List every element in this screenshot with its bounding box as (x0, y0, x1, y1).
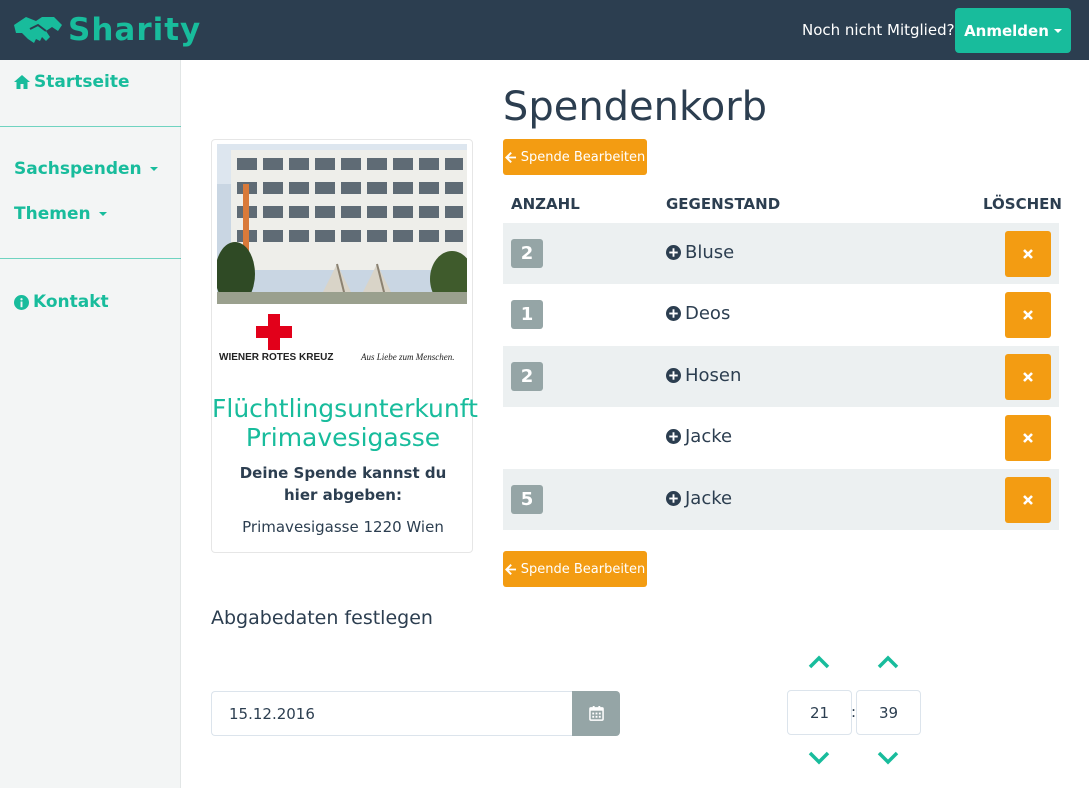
date-input[interactable]: 15.12.2016 (211, 691, 573, 736)
edit-donation-button-top[interactable]: Spende Bearbeiten (503, 139, 647, 175)
sidebar-divider (0, 258, 181, 259)
delete-button[interactable] (1005, 292, 1051, 338)
quantity-badge: 5 (511, 485, 543, 514)
edit-donation-label: Spende Bearbeiten (520, 561, 646, 577)
plus-circle-icon (666, 306, 681, 321)
organization-address: Primavesigasse 1220 Wien (242, 518, 444, 536)
delete-button[interactable] (1005, 354, 1051, 400)
login-button[interactable]: Anmelden (955, 8, 1071, 53)
organization-name[interactable]: Flüchtlingsunterkunft Primavesigasse (212, 394, 478, 452)
edit-donation-label: Spende Bearbeiten (520, 149, 646, 165)
delete-button[interactable] (1005, 477, 1051, 523)
caret-down-icon (98, 212, 107, 216)
calendar-button[interactable] (572, 691, 620, 736)
close-icon (1023, 372, 1033, 382)
home-icon (14, 75, 30, 89)
organization-card: WIENER ROTES KREUZ Aus Liebe zum Mensche… (211, 139, 478, 553)
handshake-icon (14, 17, 62, 43)
red-cross-logo: WIENER ROTES KREUZ Aus Liebe zum Mensche… (217, 312, 469, 364)
sidebar-item-contact[interactable]: Kontakt (14, 292, 109, 312)
item-name-label: Hosen (685, 365, 742, 386)
column-header-item: GEGENSTAND (666, 195, 781, 213)
minute-value: 39 (878, 703, 899, 722)
hour-input[interactable]: 21 (787, 690, 852, 735)
item-name[interactable]: Jacke (666, 488, 732, 509)
plus-circle-icon (666, 245, 681, 260)
quantity-badge: 2 (511, 362, 543, 391)
caret-down-icon (149, 167, 158, 171)
plus-circle-icon (666, 368, 681, 383)
plus-circle-icon (666, 491, 681, 506)
dropoff-label: Deine Spende kannst du hier abgeben: (239, 464, 447, 504)
sidebar-item-donations-label: Sachspenden (14, 159, 142, 179)
sidebar-divider (0, 126, 181, 127)
item-name[interactable]: Jacke (666, 426, 732, 447)
item-name[interactable]: Bluse (666, 242, 734, 263)
edit-donation-button-bottom[interactable]: Spende Bearbeiten (503, 551, 647, 587)
brand-name: Sharity (68, 12, 202, 48)
logo-slogan: Aus Liebe zum Menschen. (360, 352, 454, 362)
close-icon (1023, 310, 1033, 320)
login-button-label: Anmelden (964, 21, 1049, 40)
info-circle-icon (14, 294, 29, 310)
minute-decrement-chevron-down-icon[interactable] (876, 750, 900, 766)
minute-input[interactable]: 39 (856, 690, 921, 735)
sidebar-item-donations[interactable]: Sachspenden (14, 159, 158, 179)
hour-increment-chevron-up-icon[interactable] (807, 654, 831, 670)
table-row: 5 Jacke (503, 469, 1059, 530)
arrow-left-icon (504, 563, 516, 575)
sidebar-item-home-label: Startseite (34, 72, 130, 92)
item-name-label: Deos (685, 303, 731, 324)
logo-text: WIENER ROTES KREUZ (219, 352, 333, 363)
close-icon (1023, 433, 1033, 443)
dropoff-section-title: Abgabedaten festlegen (211, 607, 433, 629)
column-header-quantity: ANZAHL (511, 195, 580, 213)
arrow-left-icon (504, 151, 516, 163)
table-row: 1 Deos (503, 284, 1059, 345)
delete-button[interactable] (1005, 415, 1051, 461)
top-navbar: Sharity Noch nicht Mitglied? Anmelden (0, 0, 1089, 60)
quantity-badge: 1 (511, 300, 543, 329)
caret-down-icon (1053, 28, 1062, 33)
page-title: Spendenkorb (502, 84, 768, 130)
sidebar-item-topics[interactable]: Themen (14, 204, 107, 224)
not-member-link[interactable]: Noch nicht Mitglied? (802, 20, 955, 40)
building-photo (217, 144, 467, 304)
table-row: Jacke (503, 407, 1059, 468)
table-row: 2 Hosen (503, 346, 1059, 407)
item-name-label: Jacke (685, 426, 733, 447)
quantity-badge: 2 (511, 239, 543, 268)
sidebar-item-home[interactable]: Startseite (14, 72, 129, 92)
item-name[interactable]: Hosen (666, 365, 741, 386)
calendar-icon (588, 706, 604, 721)
item-name-label: Bluse (685, 242, 735, 263)
column-header-delete: LÖSCHEN (983, 195, 1062, 213)
sidebar-item-topics-label: Themen (14, 204, 91, 224)
hour-value: 21 (809, 703, 830, 722)
hour-decrement-chevron-down-icon[interactable] (807, 750, 831, 766)
item-name-label: Jacke (685, 488, 733, 509)
plus-circle-icon (666, 429, 681, 444)
minute-increment-chevron-up-icon[interactable] (876, 654, 900, 670)
sidebar: Startseite Sachspenden Themen Kontakt (0, 60, 181, 788)
close-icon (1023, 495, 1033, 505)
table-row: 2 Bluse (503, 223, 1059, 284)
item-name[interactable]: Deos (666, 303, 730, 324)
date-value: 15.12.2016 (229, 704, 315, 723)
close-icon (1023, 249, 1033, 259)
brand-logo[interactable]: Sharity (12, 10, 201, 50)
sidebar-item-contact-label: Kontakt (33, 292, 109, 312)
delete-button[interactable] (1005, 231, 1051, 277)
